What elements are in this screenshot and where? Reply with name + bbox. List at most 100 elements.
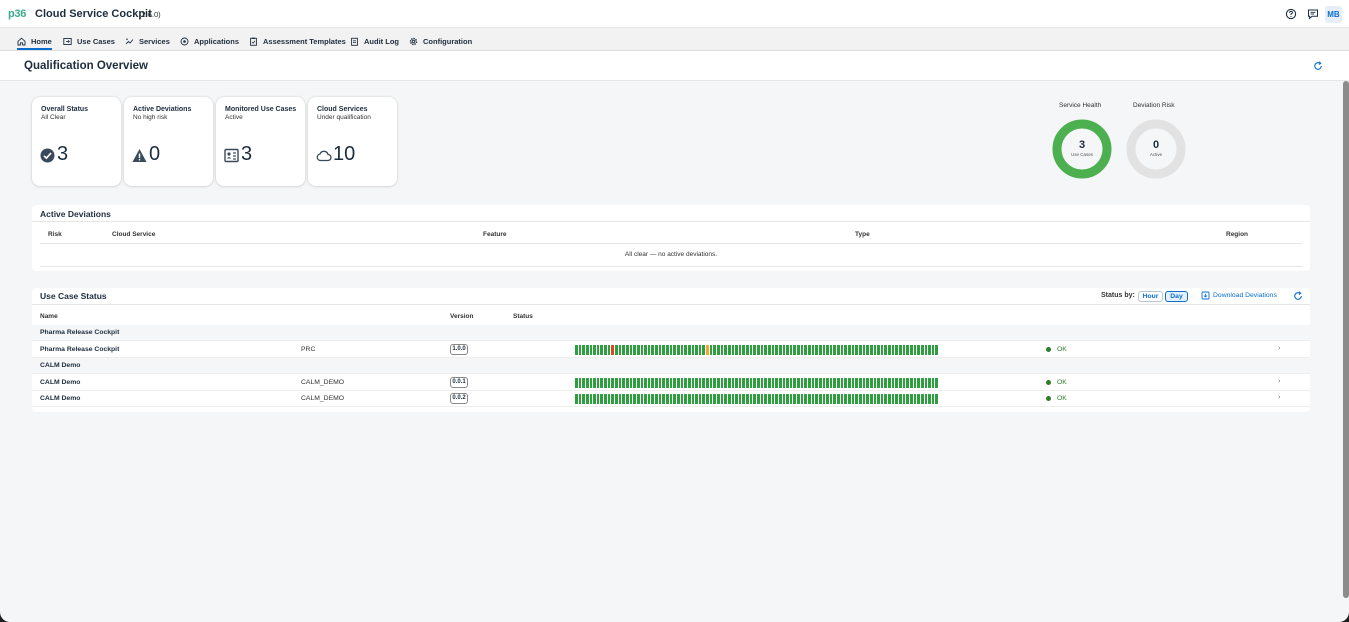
status-segment [738, 377, 742, 388]
column-header-risk[interactable]: Risk [48, 231, 62, 238]
status-segment [604, 344, 607, 355]
tile-monitored-use-cases[interactable]: Monitored Use Cases Active 3 [216, 97, 305, 186]
status-segment [713, 394, 716, 404]
status-segment [680, 344, 684, 355]
table-row[interactable]: CALM Demo CALM_DEMO 0.0.1 OK › [32, 375, 1310, 391]
status-segment [618, 377, 622, 388]
status-segment [695, 377, 698, 388]
status-segment [673, 394, 676, 404]
status-segment [753, 394, 757, 404]
gear-icon [409, 37, 418, 45]
tile-active-deviations[interactable]: Active Deviations No high risk 0 [124, 97, 213, 186]
status-segment [800, 344, 804, 355]
status-history-bar [575, 377, 939, 388]
status-segment [771, 344, 775, 355]
status-segment [902, 394, 906, 404]
download-deviations-button[interactable]: Download Deviations [1201, 291, 1277, 300]
nav-tab-home[interactable]: Home [17, 34, 52, 50]
status-segment [891, 394, 895, 404]
table-row[interactable]: CALM Demo CALM_DEMO 0.0.2 OK › [32, 391, 1310, 407]
version-badge: 0.0.1 [450, 376, 468, 388]
status-segment [760, 377, 764, 388]
status-segment [858, 344, 862, 355]
column-header-feature[interactable]: Feature [483, 231, 506, 238]
status-segment [851, 377, 855, 388]
applications-icon [180, 37, 189, 45]
vertical-scrollbar[interactable] [1343, 81, 1349, 598]
status-segment [727, 344, 731, 355]
app-logo[interactable]: p36 [8, 8, 26, 20]
segment-day[interactable]: Day [1165, 291, 1188, 302]
status-segment [909, 377, 913, 388]
status-segment [709, 344, 713, 355]
status-segment [928, 394, 931, 404]
status-segment [804, 377, 807, 388]
row-name: CALM Demo [40, 395, 81, 402]
column-header-status[interactable]: Status [513, 313, 533, 320]
status-segment [706, 394, 709, 404]
nav-tab-audit-log[interactable]: Audit Log [350, 34, 399, 48]
column-header-name[interactable]: Name [40, 313, 58, 320]
nav-tab-applications[interactable]: Applications [180, 34, 239, 48]
status-segment [928, 377, 931, 388]
status-history-bar [575, 344, 939, 355]
row-service: CALM_DEMO [301, 395, 345, 402]
column-header-type[interactable]: Type [855, 231, 870, 238]
segment-hour[interactable]: Hour [1138, 291, 1163, 302]
service-health-donut[interactable]: 3 Use Cases [1051, 118, 1113, 180]
column-header-cloud-service[interactable]: Cloud Service [112, 231, 155, 238]
status-segment [589, 377, 593, 388]
status-segment [585, 344, 589, 355]
status-segment [658, 344, 662, 355]
active-deviations-panel: Active Deviations Risk Cloud Service Fea… [32, 205, 1310, 271]
tile-cloud-services[interactable]: Cloud Services Under qualification 10 [308, 97, 397, 186]
status-segment [698, 394, 702, 404]
status-segment [706, 377, 709, 388]
row-name: CALM Demo [40, 378, 81, 386]
feedback-icon[interactable] [1307, 8, 1319, 20]
nav-tab-assessment-templates[interactable]: Assessment Templates [249, 34, 346, 48]
status-segment [607, 377, 611, 388]
status-segment [822, 377, 826, 388]
status-segment [808, 377, 811, 388]
status-segment [735, 377, 738, 388]
status-segment [709, 394, 713, 404]
column-header-version[interactable]: Version [450, 313, 473, 320]
status-segment [596, 377, 600, 388]
chevron-right-icon[interactable]: › [1278, 378, 1280, 385]
status-segment [844, 377, 848, 388]
tile-overall-status[interactable]: Overall Status All Clear 3 [32, 97, 121, 186]
deviation-risk-donut[interactable]: 0 Active [1125, 118, 1187, 180]
status-segment [640, 377, 644, 388]
status-segment [575, 344, 578, 355]
refresh-icon[interactable] [1313, 61, 1323, 71]
status-segment [793, 344, 797, 355]
status-segment [811, 394, 815, 404]
page-title: Qualification Overview [24, 60, 148, 72]
nav-tab-use-cases[interactable]: Use Cases [63, 34, 115, 48]
nav-tab-services[interactable]: Services [125, 34, 170, 48]
no-data-message: All clear — no active deviations. [624, 251, 718, 258]
status-segment [935, 344, 939, 355]
refresh-icon[interactable] [1293, 291, 1303, 301]
status-segment [757, 377, 760, 388]
status-segment [633, 344, 636, 355]
tile-title: Cloud Services [317, 106, 368, 113]
status-segment [731, 377, 735, 388]
status-segment [640, 344, 644, 355]
status-segment [815, 394, 818, 404]
chevron-right-icon[interactable]: › [1278, 345, 1280, 352]
nav-tab-configuration[interactable]: Configuration [409, 34, 472, 48]
table-row[interactable]: Pharma Release Cockpit PRC 1.0.0 OK › [32, 342, 1310, 358]
status-segment [589, 394, 593, 404]
tile-title: Monitored Use Cases [225, 106, 297, 113]
chevron-right-icon[interactable]: › [1278, 394, 1280, 401]
donut-value: 3 [1079, 139, 1085, 151]
user-avatar[interactable]: MB [1325, 6, 1342, 23]
column-header-region[interactable]: Region [1226, 231, 1248, 238]
app-title: Cloud Service Cockpit [35, 8, 152, 20]
help-icon[interactable] [1285, 8, 1297, 20]
divider [40, 243, 1302, 244]
nav-tab-label: Use Cases [77, 36, 115, 46]
top-navigation: Home Use Cases Services Applications Ass… [0, 28, 1349, 51]
